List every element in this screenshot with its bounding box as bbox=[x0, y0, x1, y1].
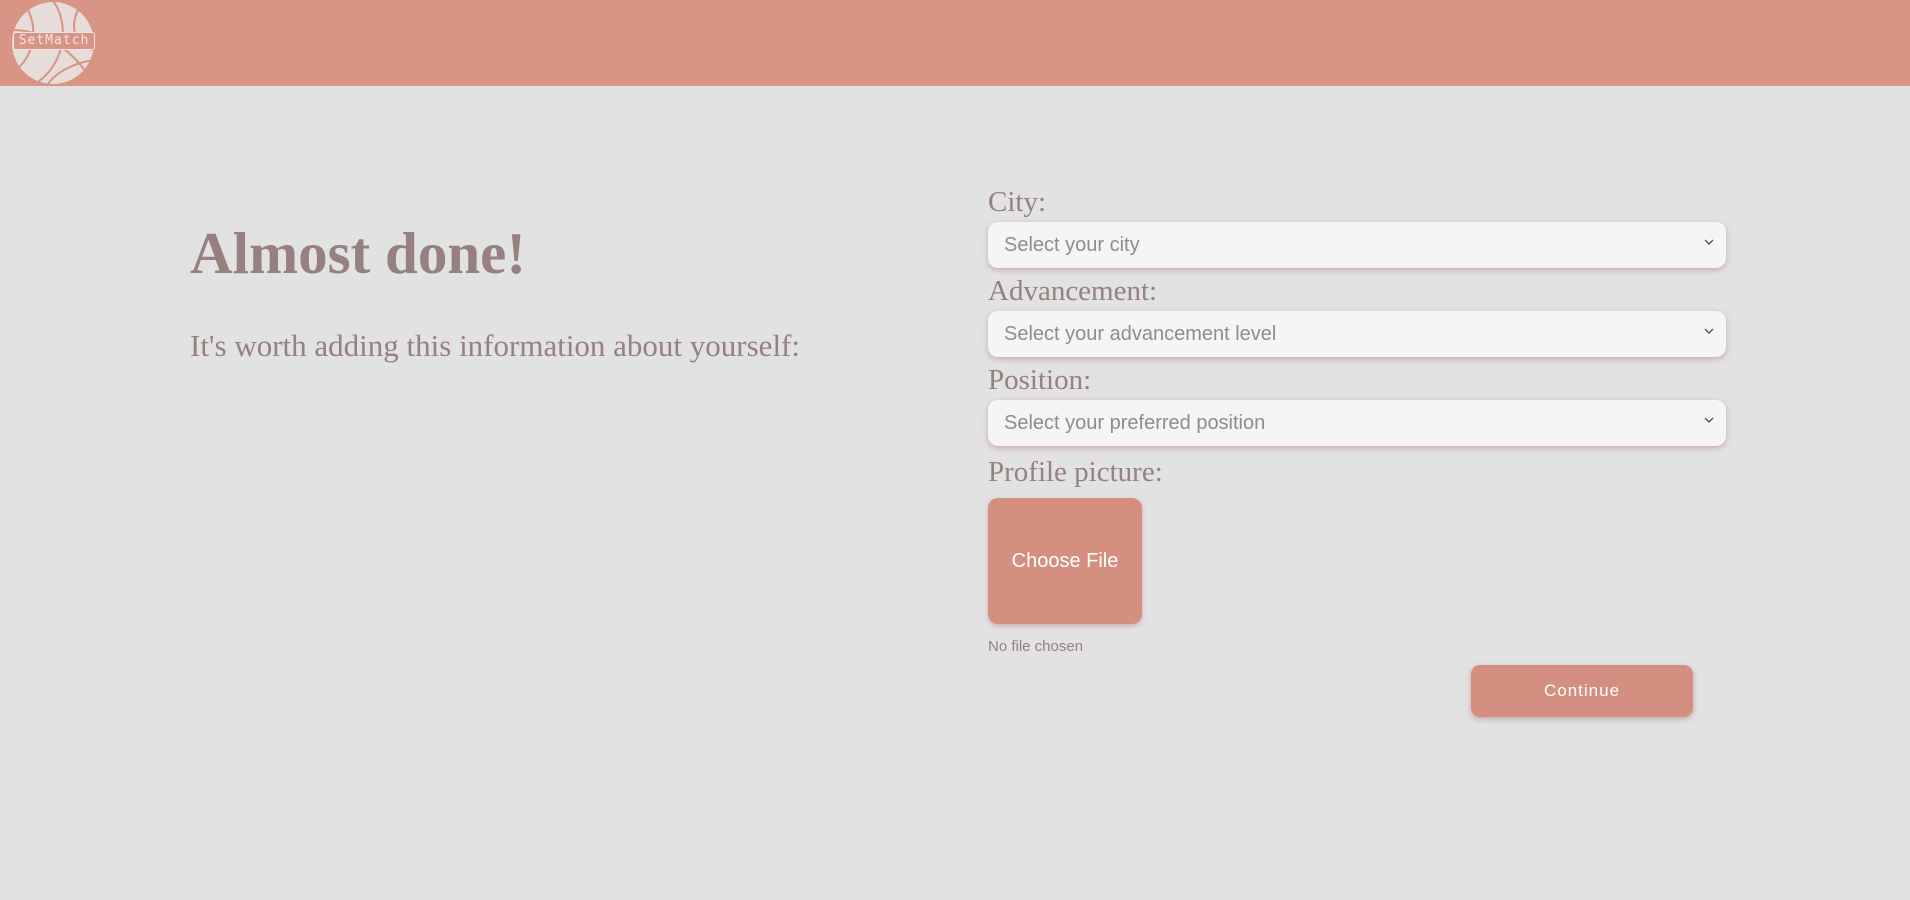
page-subtitle: It's worth adding this information about… bbox=[190, 328, 800, 363]
chevron-down-icon bbox=[1704, 328, 1714, 334]
top-bar: SetMatch bbox=[0, 0, 1910, 86]
advancement-select[interactable]: Select your advancement level bbox=[988, 311, 1726, 357]
file-status-text: No file chosen bbox=[988, 638, 1084, 655]
logo-text: SetMatch bbox=[13, 32, 95, 50]
position-select[interactable]: Select your preferred position bbox=[988, 400, 1726, 446]
advancement-select-value: Select your advancement level bbox=[1004, 323, 1277, 345]
chevron-down-icon bbox=[1704, 239, 1714, 245]
intro-section: Almost done! It's worth adding this info… bbox=[190, 210, 950, 366]
page-title: Almost done! bbox=[190, 220, 526, 286]
profile-picture-label: Profile picture: bbox=[988, 456, 1163, 488]
city-label: City: bbox=[988, 186, 1047, 218]
city-select-value: Select your city bbox=[1004, 234, 1140, 256]
continue-button[interactable]: Continue bbox=[1471, 665, 1693, 717]
setmatch-logo[interactable]: SetMatch bbox=[8, 0, 98, 86]
position-label: Position: bbox=[988, 364, 1092, 396]
position-select-value: Select your preferred position bbox=[1004, 412, 1266, 434]
advancement-label: Advancement: bbox=[988, 275, 1158, 307]
city-select[interactable]: Select your city bbox=[988, 222, 1726, 268]
choose-file-button[interactable]: Choose File bbox=[988, 498, 1142, 624]
chevron-down-icon bbox=[1704, 417, 1714, 423]
profile-form: City: Select your city Advancement: Sele… bbox=[988, 182, 1726, 656]
